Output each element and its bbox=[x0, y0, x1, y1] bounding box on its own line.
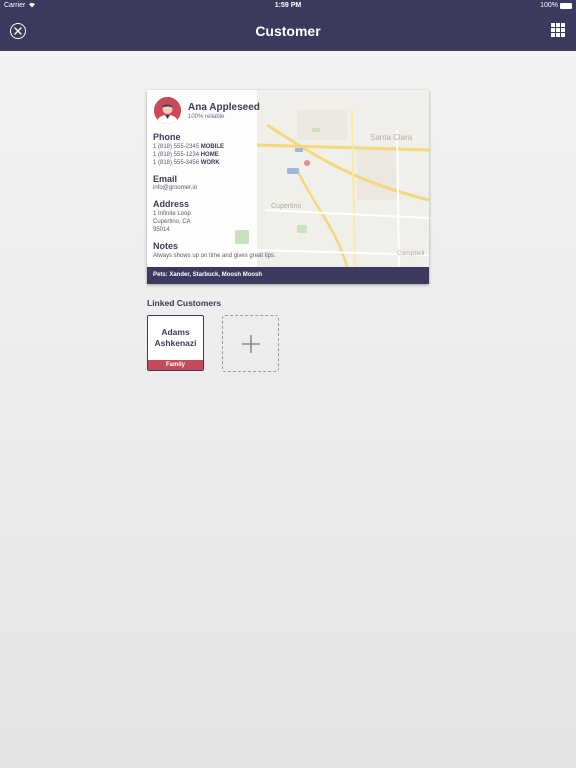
status-time: 1:59 PM bbox=[274, 2, 302, 9]
plus-icon bbox=[242, 335, 260, 353]
linked-customer-card[interactable]: Adams Ashkenazi Family bbox=[147, 315, 204, 371]
email-title: Email bbox=[153, 174, 178, 184]
linked-customer-last-name: Ashkenazi bbox=[154, 338, 197, 348]
address-line: Cupertino, CA bbox=[153, 219, 191, 225]
phone-number: 1 (818) 555-1234 bbox=[153, 152, 200, 158]
customer-card[interactable]: Santa Clara Cupertino Campbell Ana Apple… bbox=[147, 90, 429, 284]
reliability-label: 100% reliable bbox=[188, 114, 225, 120]
phone-number: 1 (818) 555-3456 bbox=[153, 160, 200, 166]
address-title: Address bbox=[153, 199, 190, 209]
address-line: 95014 bbox=[153, 227, 170, 233]
phone-number: 1 (818) 555-2345 bbox=[153, 144, 200, 150]
pets-bar: Pets: Xander, Starbuck, Moosh Moosh bbox=[147, 267, 429, 284]
avatar bbox=[153, 96, 182, 125]
nav-bar: Customer bbox=[0, 13, 576, 51]
linked-customer-name: Adams Ashkenazi bbox=[148, 327, 203, 349]
page-title: Customer bbox=[255, 23, 321, 39]
phone-title: Phone bbox=[153, 132, 181, 142]
notes-title: Notes bbox=[153, 241, 179, 251]
status-bar: Carrier 1:59 PM 100% bbox=[0, 0, 576, 13]
map-label-campbell: Campbell bbox=[397, 250, 425, 257]
relation-badge: Family bbox=[148, 360, 203, 370]
grid-icon[interactable] bbox=[551, 23, 565, 37]
phone-type: MOBILE bbox=[200, 144, 225, 150]
address-line: 1 Infinite Loop bbox=[153, 211, 191, 217]
linked-customer-first-name: Adams bbox=[161, 327, 190, 337]
add-linked-customer-button[interactable] bbox=[222, 315, 279, 372]
notes-value: Always shows up on time and gives great … bbox=[153, 253, 276, 259]
customer-name: Ana Appleseed bbox=[188, 102, 260, 113]
phone-type: HOME bbox=[200, 152, 219, 158]
battery-percent: 100% bbox=[540, 2, 558, 9]
linked-customers-title: Linked Customers bbox=[147, 298, 222, 308]
phone-type: WORK bbox=[200, 160, 220, 166]
phone-row[interactable]: 1 (818) 555-3456 WORK bbox=[153, 160, 220, 166]
email-value[interactable]: info@groomer.io bbox=[153, 185, 197, 191]
map-label-santa-clara: Santa Clara bbox=[370, 133, 413, 142]
phone-row[interactable]: 1 (818) 555-2345 MOBILE bbox=[153, 144, 224, 150]
map-label-cupertino: Cupertino bbox=[271, 203, 301, 210]
battery-icon bbox=[560, 3, 572, 9]
phone-row[interactable]: 1 (818) 555-1234 HOME bbox=[153, 152, 219, 158]
